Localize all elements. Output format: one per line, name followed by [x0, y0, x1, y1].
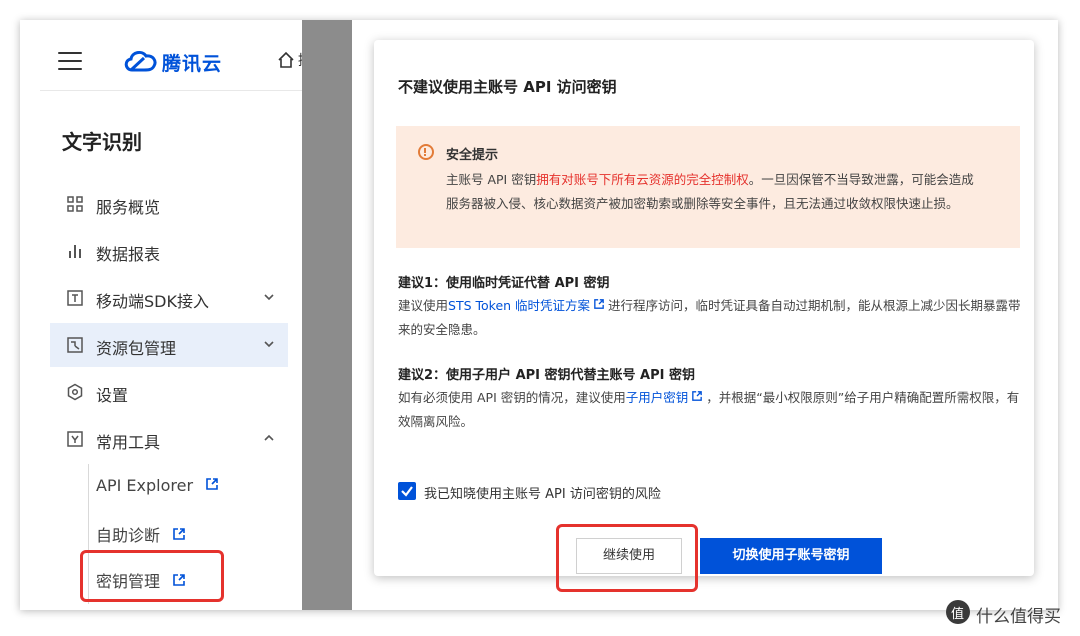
sidebar-item-label: 服务概览 [96, 198, 161, 217]
suggestion-1-body: 建议使用STS Token 临时凭证方案 进行程序访问，临时凭证具备自动过期机制，… [398, 294, 1024, 342]
grid-icon [67, 196, 83, 212]
notice-highlight: 拥有对账号下所有云资源的完全控制权 [536, 172, 749, 187]
tools-icon [67, 431, 83, 447]
risk-acknowledge-checkbox[interactable] [398, 482, 416, 500]
settings-icon [67, 383, 83, 401]
sidebar-item-label: 资源包管理 [96, 339, 177, 358]
top-bar: 腾讯云 控制台 [40, 34, 302, 91]
console-sidebar: 腾讯云 控制台 文字识别 服务概览 数据报表 [40, 34, 302, 610]
bar-chart-icon [69, 245, 81, 258]
dialog-title: 不建议使用主账号 API 访问密钥 [398, 78, 617, 96]
tencent-cloud-logo-icon [124, 50, 157, 72]
highlight-box-key-management [80, 550, 224, 602]
security-notice: 安全提示 主账号 API 密钥拥有对账号下所有云资源的完全控制权。一旦因保管不当… [396, 126, 1020, 248]
sidebar-subitem-label: API Explorer [96, 476, 194, 495]
sidebar-item-label: 数据报表 [96, 245, 161, 264]
brand-name: 腾讯云 [162, 53, 223, 75]
external-link-icon [206, 478, 218, 490]
switch-subaccount-button[interactable]: 切换使用子账号密钥 [700, 538, 882, 574]
chevron-down-icon[interactable] [262, 337, 276, 351]
risk-acknowledge-label[interactable]: 我已知晓使用主账号 API 访问密钥的风险 [424, 483, 661, 502]
suggestion-text: 建议使用 [398, 298, 449, 313]
notice-title: 安全提示 [446, 148, 499, 163]
warning-dialog: 不建议使用主账号 API 访问密钥 安全提示 主账号 API 密钥拥有对账号下所… [374, 40, 1034, 592]
package-icon [67, 337, 83, 353]
external-link-icon [173, 528, 185, 540]
smzdm-logo-icon [946, 600, 970, 624]
suggestion-text: 如有必须使用 API 密钥的情况，建议使用 [398, 390, 626, 405]
sidebar-item-settings[interactable]: 设置 [50, 370, 288, 414]
sidebar-item-label: 移动端SDK接入 [96, 292, 209, 311]
suggestion-1-title: 建议1：使用临时凭证代替 API 密钥 [398, 276, 610, 291]
sidebar-item-tools[interactable]: 常用工具 [50, 417, 288, 461]
home-icon[interactable] [276, 50, 296, 70]
sidebar-item-label: 常用工具 [96, 433, 161, 452]
checkmark-icon [401, 486, 413, 497]
sub-user-key-link[interactable]: 子用户密钥 [626, 390, 689, 405]
watermark-text: 什么值得买 [976, 607, 1061, 627]
sidebar-item-sdk[interactable]: 移动端SDK接入 [50, 276, 288, 320]
suggestion-2-body: 如有必须使用 API 密钥的情况，建议使用子用户密钥 ，并根据“最小权限原则”给子… [398, 386, 1024, 434]
sidebar-item-label: 设置 [96, 386, 129, 405]
sidebar-item-packages[interactable]: 资源包管理 [50, 323, 288, 367]
sidebar-item-reports[interactable]: 数据报表 [50, 229, 288, 273]
highlight-box-continue [556, 524, 698, 592]
sdk-icon [67, 290, 83, 306]
sidebar-subitem-api-explorer[interactable]: API Explorer [96, 476, 218, 504]
product-title: 文字识别 [62, 130, 142, 154]
menu-icon[interactable] [58, 52, 82, 70]
sidebar-subitem-label: 自助诊断 [96, 526, 161, 545]
external-link-icon[interactable] [594, 299, 604, 309]
notice-body: 主账号 API 密钥拥有对账号下所有云资源的完全控制权。一旦因保管不当导致泄露，… [446, 168, 986, 216]
notice-text: 主账号 API 密钥 [446, 172, 537, 187]
chevron-up-icon[interactable] [262, 431, 276, 445]
warning-icon [418, 144, 434, 160]
sts-token-link[interactable]: STS Token 临时凭证方案 [448, 298, 590, 313]
external-link-icon[interactable] [692, 391, 703, 401]
screenshot-frame: 腾讯云 控制台 文字识别 服务概览 数据报表 [20, 20, 1058, 610]
suggestion-2-title: 建议2：使用子用户 API 密钥代替主账号 API 密钥 [398, 368, 696, 383]
sidebar-item-overview[interactable]: 服务概览 [50, 182, 288, 226]
sidebar-subitem-diagnosis[interactable]: 自助诊断 [96, 522, 185, 550]
chevron-down-icon[interactable] [262, 290, 276, 304]
